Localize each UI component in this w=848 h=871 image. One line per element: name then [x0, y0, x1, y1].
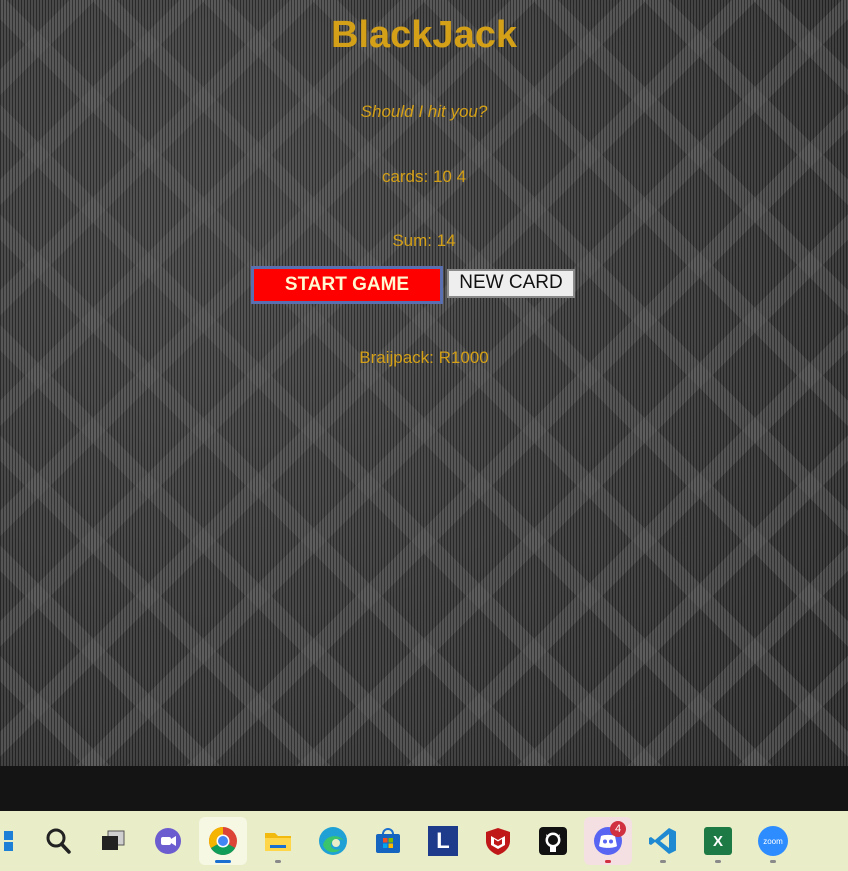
taskbar-file-explorer[interactable]: [254, 817, 302, 865]
active-indicator: [215, 860, 231, 863]
start-game-button[interactable]: START GAME: [251, 266, 443, 304]
taskbar: L 4 X zoom: [0, 811, 848, 871]
folder-icon: [265, 833, 291, 851]
player-display: Braijpack: R1000: [359, 348, 489, 367]
notification-badge: 4: [610, 821, 626, 837]
taskbar-search[interactable]: [34, 817, 82, 865]
taskbar-zoom[interactable]: zoom: [749, 817, 797, 865]
browser-bottom-bar: [0, 766, 848, 811]
taskbar-vscode[interactable]: [639, 817, 687, 865]
taskbar-task-view[interactable]: [89, 817, 137, 865]
open-indicator: [715, 860, 721, 863]
taskbar-store[interactable]: [364, 817, 412, 865]
button-group: START GAME NEW CARD: [251, 266, 575, 304]
new-card-button[interactable]: NEW CARD: [447, 268, 575, 298]
search-icon: [46, 828, 71, 854]
edge-icon: [319, 827, 347, 855]
game-title: BlackJack: [331, 14, 517, 56]
page: BlackJack Should I hit you? cards: 10 4 …: [0, 0, 848, 871]
game-area: BlackJack Should I hit you? cards: 10 4 …: [0, 0, 848, 766]
taskbar-windows-start[interactable]: [0, 817, 26, 865]
taskbar-mcafee[interactable]: [474, 817, 522, 865]
mcafee-shield-icon: [486, 828, 510, 855]
taskbar-chat[interactable]: [144, 817, 192, 865]
taskbar-l-app[interactable]: L: [419, 817, 467, 865]
sum-display: Sum: 14: [392, 231, 456, 250]
taskbar-excel[interactable]: X: [694, 817, 742, 865]
chat-icon: [155, 828, 181, 854]
excel-icon: X: [704, 827, 732, 855]
open-indicator: [605, 860, 611, 863]
chrome-icon: [209, 827, 237, 855]
open-indicator: [770, 860, 776, 863]
open-indicator: [660, 860, 666, 863]
zoom-icon: zoom: [758, 826, 788, 856]
windows-icon: [0, 821, 22, 861]
vscode-icon: [649, 828, 676, 854]
open-indicator: [275, 860, 281, 863]
l-app-icon: L: [428, 826, 458, 856]
cards-display: cards: 10 4: [381, 167, 467, 186]
taskbar-edge[interactable]: [309, 817, 357, 865]
github-icon: [539, 827, 567, 855]
task-view-icon: [102, 830, 125, 850]
taskbar-chrome[interactable]: [199, 817, 247, 865]
taskbar-github[interactable]: [529, 817, 577, 865]
taskbar-discord[interactable]: 4: [584, 817, 632, 865]
message-prompt: Should I hit you?: [360, 102, 488, 121]
store-icon: [376, 828, 400, 853]
